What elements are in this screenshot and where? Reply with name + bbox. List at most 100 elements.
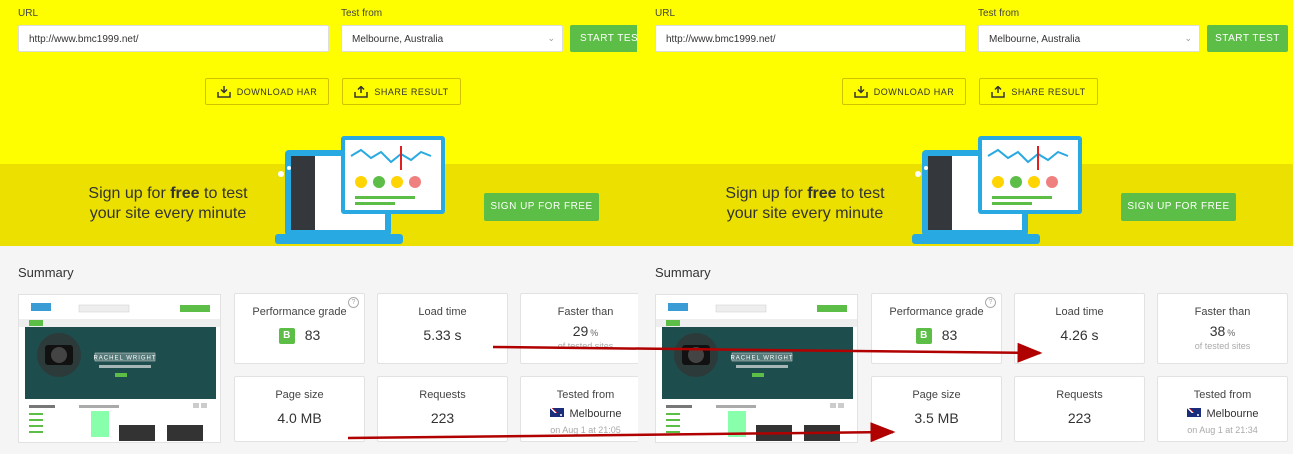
faster-than-label: Faster than: [557, 306, 614, 318]
share-result-label: SHARE RESULT: [1011, 86, 1086, 97]
signup-pre: Sign up for: [88, 185, 171, 202]
test-from-label: Test from: [978, 8, 1020, 19]
chevron-down-icon: ⌄: [1184, 33, 1192, 43]
page-size-label: Page size: [275, 389, 324, 401]
performance-grade-card: ? Performance grade B 83: [234, 293, 365, 364]
tested-from-date: on Aug 1 at 21:34: [1187, 425, 1258, 435]
signup-pre: Sign up for: [725, 185, 808, 202]
summary-title: Summary: [655, 265, 711, 280]
share-icon: [991, 85, 1006, 98]
grade-badge: B: [278, 328, 295, 344]
grade-score: 83: [941, 327, 958, 343]
signup-post: to test: [836, 185, 885, 202]
download-icon: [216, 85, 231, 98]
australia-flag-icon: [1186, 408, 1201, 417]
thumbnail-hero-text: RACHEL WRIGHT: [730, 356, 793, 362]
performance-grade-label: Performance grade: [252, 306, 347, 318]
url-input[interactable]: http://www.bmc1999.net/: [655, 25, 966, 52]
tested-from-card: Tested from Melbourne on Aug 1 at 21:34: [1157, 376, 1288, 442]
url-label: URL: [18, 8, 39, 19]
signup-bold: free: [170, 185, 200, 202]
load-time-label: Load time: [1055, 306, 1104, 318]
requests-label: Requests: [419, 389, 466, 401]
requests-label: Requests: [1056, 389, 1103, 401]
test-from-select[interactable]: Melbourne, Australia ⌄: [341, 25, 563, 52]
page-size-label: Page size: [912, 389, 961, 401]
test-from-value: Melbourne, Australia: [989, 34, 1081, 45]
requests-value: 223: [430, 410, 455, 426]
performance-grade-value-row: B 83: [235, 327, 364, 344]
help-icon[interactable]: ?: [985, 297, 996, 308]
signup-free-button[interactable]: SIGN UP FOR FREE: [1121, 193, 1236, 221]
page-size-card: Page size 4.0 MB: [234, 376, 365, 442]
faster-than-card: Faster than 29% of tested sites: [520, 293, 638, 364]
faster-than-value-row: 29%: [521, 323, 638, 339]
grade-badge: B: [915, 328, 932, 344]
download-har-button[interactable]: DOWNLOAD HAR: [842, 78, 966, 105]
faster-than-sub: of tested sites: [557, 341, 614, 351]
signup-free-button[interactable]: SIGN UP FOR FREE: [484, 193, 599, 221]
faster-than-unit: %: [590, 328, 599, 338]
faster-than-value-row: 38%: [1158, 323, 1287, 339]
url-input[interactable]: http://www.bmc1999.net/: [18, 25, 329, 52]
signup-text: Sign up for free to test your site every…: [705, 184, 905, 224]
tested-from-location: Melbourne: [521, 408, 638, 420]
site-screenshot-thumbnail[interactable]: RACHEL WRIGHT: [655, 294, 858, 443]
test-from-select[interactable]: Melbourne, Australia ⌄: [978, 25, 1200, 52]
faster-than-label: Faster than: [1194, 306, 1251, 318]
load-time-label: Load time: [418, 306, 467, 318]
requests-card: Requests 223: [1014, 376, 1145, 442]
requests-card: Requests 223: [377, 376, 508, 442]
laptop-illustration: [912, 136, 1082, 244]
signup-line2: your site every minute: [726, 205, 884, 222]
download-har-label: DOWNLOAD HAR: [873, 86, 955, 97]
page-size-value: 4.0 MB: [277, 410, 322, 426]
laptop-illustration: [275, 136, 445, 244]
test-from-value: Melbourne, Australia: [352, 34, 444, 45]
thumbnail-image: RACHEL WRIGHT: [656, 295, 857, 441]
performance-grade-value-row: B 83: [872, 327, 1001, 344]
load-time-value: 4.26 s: [1060, 327, 1099, 343]
url-label: URL: [655, 8, 676, 19]
download-icon: [853, 85, 868, 98]
faster-than-value: 38: [1209, 323, 1226, 339]
signup-bold: free: [807, 185, 837, 202]
share-result-button[interactable]: SHARE RESULT: [979, 78, 1098, 105]
load-time-card: Load time 5.33 s: [377, 293, 508, 364]
performance-grade-label: Performance grade: [889, 306, 984, 318]
signup-text: Sign up for free to test your site every…: [68, 184, 268, 224]
tested-from-city: Melbourne: [1206, 408, 1259, 420]
signup-post: to test: [199, 185, 248, 202]
tested-from-city: Melbourne: [569, 408, 622, 420]
summary-title: Summary: [18, 265, 74, 280]
australia-flag-icon: [549, 408, 564, 417]
page-size-value: 3.5 MB: [914, 410, 959, 426]
load-time-card: Load time 4.26 s: [1014, 293, 1145, 364]
faster-than-sub: of tested sites: [1194, 341, 1251, 351]
thumbnail-image: RACHEL WRIGHT: [19, 295, 220, 441]
download-har-button[interactable]: DOWNLOAD HAR: [205, 78, 329, 105]
tested-from-card: Tested from Melbourne on Aug 1 at 21:05: [520, 376, 638, 442]
site-screenshot-thumbnail[interactable]: RACHEL WRIGHT: [18, 294, 221, 443]
tested-from-label: Tested from: [1193, 389, 1252, 401]
share-result-button[interactable]: SHARE RESULT: [342, 78, 461, 105]
chevron-down-icon: ⌄: [547, 33, 555, 43]
page-size-card: Page size 3.5 MB: [871, 376, 1002, 442]
start-test-button[interactable]: START TEST: [570, 25, 638, 52]
test-from-label: Test from: [341, 8, 383, 19]
share-icon: [354, 85, 369, 98]
start-test-button[interactable]: START TEST: [1207, 25, 1288, 52]
left-report-panel: URL http://www.bmc1999.net/ Test from Me…: [0, 0, 638, 454]
faster-than-value: 29: [572, 323, 589, 339]
signup-line2: your site every minute: [89, 205, 247, 222]
faster-than-unit: %: [1227, 328, 1236, 338]
faster-than-card: Faster than 38% of tested sites: [1157, 293, 1288, 364]
share-result-label: SHARE RESULT: [374, 86, 449, 97]
load-time-value: 5.33 s: [423, 327, 462, 343]
tested-from-location: Melbourne: [1158, 408, 1287, 420]
thumbnail-hero-text: RACHEL WRIGHT: [93, 356, 156, 362]
grade-score: 83: [304, 327, 321, 343]
help-icon[interactable]: ?: [348, 297, 359, 308]
tested-from-date: on Aug 1 at 21:05: [550, 425, 621, 435]
requests-value: 223: [1067, 410, 1092, 426]
